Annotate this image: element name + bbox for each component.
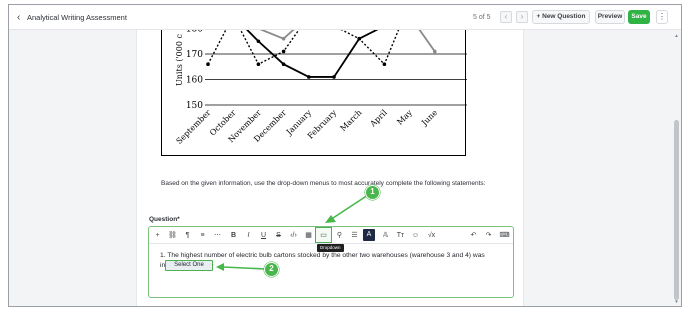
italic-icon[interactable]: I <box>243 230 254 241</box>
redo-icon[interactable]: ↷ <box>483 230 494 241</box>
keyboard-icon[interactable]: ⌨ <box>499 230 510 241</box>
dropdown-icon[interactable]: ▭ <box>318 230 329 241</box>
data-point <box>307 75 311 79</box>
align-icon[interactable]: ☰ <box>349 230 360 241</box>
previous-question-button[interactable]: ‹ <box>500 11 512 23</box>
series-line <box>408 15 436 52</box>
data-point <box>382 62 387 66</box>
data-point <box>357 36 361 41</box>
table-icon[interactable]: ▦ <box>303 230 314 241</box>
page-title: Analytical Writing Assessment <box>27 13 127 22</box>
y-tick-label: 150 <box>186 101 203 111</box>
save-label: Save <box>631 13 647 20</box>
code-icon[interactable]: ‹/› <box>288 230 299 241</box>
x-tick-label: April <box>368 108 389 129</box>
callout-badge-2: 2 <box>264 262 279 277</box>
paragraph-icon[interactable]: ¶ <box>182 230 193 241</box>
data-point <box>433 49 437 54</box>
app-frame: ‹ Analytical Writing Assessment 5 of 5 ‹… <box>8 4 682 307</box>
y-tick-label: 180 <box>186 30 203 35</box>
data-point <box>256 62 261 66</box>
next-question-button[interactable]: › <box>516 11 528 23</box>
new-question-label: New Question <box>542 13 586 20</box>
pin-icon[interactable]: ⚲ <box>334 230 345 241</box>
data-point <box>281 62 286 66</box>
question-label: Question* <box>149 216 180 223</box>
list-icon[interactable]: ≡ <box>197 230 208 241</box>
plus-icon[interactable]: + <box>152 230 163 241</box>
callout-badge-1: 1 <box>365 185 380 200</box>
x-tick-label: September <box>175 108 213 146</box>
line-chart: 180170160150Units ('000 cSeptemberOctobe… <box>175 5 467 146</box>
formula-icon[interactable]: √x <box>426 230 437 241</box>
series-line <box>207 5 410 66</box>
plus-icon: + <box>536 13 541 20</box>
font-style-icon[interactable]: 𝔸 <box>380 230 391 241</box>
select-one-dropdown[interactable]: Select One <box>165 260 213 271</box>
editor-toolbar: + ⛓ ¶ ≡ ⋯ B I U S ‹/› ▦ ▭ ⚲ ☰ A 𝔸 Tт ☺ √… <box>149 227 513 244</box>
link-icon[interactable]: ⛓ <box>167 230 178 241</box>
select-one-label: Select One <box>174 262 204 268</box>
data-point <box>281 49 286 54</box>
x-tick-label: March <box>339 108 364 133</box>
chevron-left-icon[interactable]: ‹ <box>17 13 20 23</box>
preview-button[interactable]: Preview <box>595 10 625 24</box>
header-bar: ‹ Analytical Writing Assessment 5 of 5 ‹… <box>9 5 681 30</box>
question-text-part: 1. The highest number of electric bulb c… <box>160 252 485 259</box>
instructions-text: Based on the given information, use the … <box>161 180 486 187</box>
undo-icon[interactable]: ↶ <box>468 230 479 241</box>
scroll-down-icon[interactable]: ▼ <box>673 299 680 305</box>
strikethrough-icon[interactable]: S <box>273 230 284 241</box>
y-tick-label: 160 <box>186 76 203 86</box>
data-point <box>281 36 286 41</box>
series-line <box>208 14 385 78</box>
text-size-icon[interactable]: Tт <box>395 230 406 241</box>
scrollbar-thumb[interactable] <box>674 120 679 300</box>
scroll-up-icon[interactable]: ▲ <box>673 33 680 39</box>
new-question-button[interactable]: + New Question <box>532 10 590 24</box>
data-point <box>332 75 336 79</box>
question-card: 180170160150Units ('000 cSeptemberOctobe… <box>136 5 524 306</box>
save-button[interactable]: Save <box>628 10 650 24</box>
data-point <box>206 62 210 66</box>
preview-label: Preview <box>597 13 623 20</box>
question-editor[interactable]: + ⛓ ¶ ≡ ⋯ B I U S ‹/› ▦ ▭ ⚲ ☰ A 𝔸 Tт ☺ √… <box>148 226 514 298</box>
callout-2-number: 2 <box>269 264 274 273</box>
page-scrollbar[interactable]: ▲ ▼ <box>673 32 680 306</box>
question-counter: 5 of 5 <box>473 14 491 21</box>
y-tick-label: 170 <box>186 50 203 60</box>
more-options-icon[interactable]: ⋮ <box>656 10 668 24</box>
chart-container: 180170160150Units ('000 cSeptemberOctobe… <box>161 5 467 156</box>
y-axis-label: Units ('000 c <box>175 34 184 86</box>
callout-1-number: 1 <box>370 187 375 196</box>
text-color-icon[interactable]: A <box>363 229 375 241</box>
x-tick-label: June <box>419 108 439 128</box>
bold-icon[interactable]: B <box>228 230 239 241</box>
more-icon[interactable]: ⋯ <box>212 230 223 241</box>
x-tick-label: May <box>395 108 414 127</box>
underline-icon[interactable]: U <box>258 230 269 241</box>
data-point <box>256 39 261 44</box>
emoji-icon[interactable]: ☺ <box>410 230 421 241</box>
